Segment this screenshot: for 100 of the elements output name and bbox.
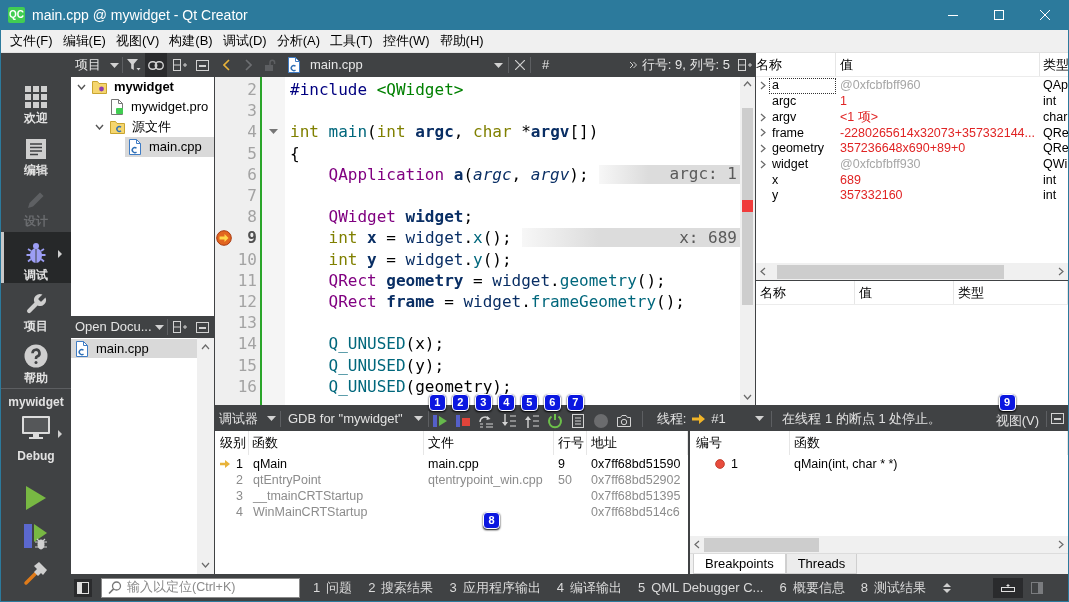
- chevron-right-icon: [1058, 540, 1064, 549]
- output-pane-button[interactable]: 3 应用程序输出: [441, 574, 549, 601]
- column-header[interactable]: 值: [855, 281, 954, 304]
- column-header[interactable]: 名称: [756, 53, 836, 76]
- mode-button[interactable]: 编辑: [1, 128, 71, 180]
- callout-badge: 6: [543, 394, 561, 411]
- cursor-position: 行号: 9, 列号: 5: [641, 56, 730, 75]
- code-editor[interactable]: [215, 77, 755, 405]
- menu-item[interactable]: 调试(D): [217, 30, 272, 52]
- output-pane-button[interactable]: 1 问题: [305, 574, 361, 601]
- mode-button[interactable]: 欢迎: [1, 77, 71, 129]
- variable-name[interactable]: x: [769, 172, 836, 188]
- column-header[interactable]: 类型: [954, 281, 1068, 304]
- chevron-down-icon: [76, 84, 86, 90]
- mode-button[interactable]: 帮助: [1, 334, 71, 386]
- column-header[interactable]: 编号: [690, 431, 790, 455]
- locator-field[interactable]: 输入以定位(Ctrl+K): [101, 577, 300, 598]
- callout-badge: 9: [998, 394, 1016, 411]
- symbol-selector[interactable]: #: [542, 53, 550, 77]
- menu-item[interactable]: 文件(F): [5, 30, 58, 52]
- progress-toggle-button[interactable]: [993, 577, 1023, 598]
- vertical-scrollbar[interactable]: [740, 77, 755, 405]
- output-pane-button[interactable]: 4 编译输出: [548, 574, 630, 601]
- variable-type: int: [1042, 93, 1057, 111]
- inline-value: x: 689: [521, 228, 740, 248]
- table-cell-text: 0x7ff68bd52902: [590, 471, 681, 489]
- horizontal-scrollbar[interactable]: [690, 536, 1068, 553]
- question-circle-icon: [24, 343, 48, 368]
- table-cell-text: 9: [557, 455, 566, 473]
- stack-level: 2: [236, 471, 243, 489]
- window-title: main.cpp @ mywidget - Qt Creator: [32, 5, 248, 25]
- scrollbar-thumb[interactable]: [742, 108, 753, 305]
- tree-item[interactable]: 源文件: [107, 117, 174, 137]
- output-pane-button[interactable]: 6 概要信息: [771, 574, 853, 601]
- wrench-icon: [24, 292, 48, 316]
- line-number: 3: [247, 103, 257, 119]
- table-cell-text: qtEntryPoint: [252, 471, 323, 489]
- variable-name[interactable]: geometry: [769, 140, 836, 157]
- play-icon: [25, 485, 47, 511]
- tree-item[interactable]: mywidget: [89, 77, 177, 97]
- engine-selector[interactable]: GDB for "mywidget": [281, 406, 428, 431]
- mode-button[interactable]: 调试: [1, 231, 71, 283]
- tab[interactable]: Breakpoints: [693, 554, 786, 574]
- code-line: QWidget widget;: [327, 209, 474, 225]
- caret-icon: [494, 62, 503, 68]
- sidebar-toggle-button[interactable]: [74, 578, 92, 597]
- output-pane-button[interactable]: 5 QML Debugger C...: [629, 574, 772, 601]
- menu-item[interactable]: 构建(B): [164, 30, 218, 52]
- column-header[interactable]: 函数: [790, 431, 1068, 455]
- caret-icon: [154, 324, 164, 330]
- column-header[interactable]: 行号: [554, 431, 587, 455]
- split-plus-icon: [173, 59, 187, 71]
- horizontal-scrollbar[interactable]: [756, 263, 1068, 280]
- variable-name[interactable]: widget: [769, 156, 836, 173]
- variable-name[interactable]: argc: [769, 93, 836, 110]
- menu-item[interactable]: 分析(A): [271, 30, 326, 52]
- variable-name[interactable]: frame: [769, 125, 836, 141]
- document-selector[interactable]: main.cpp: [287, 53, 505, 77]
- column-header[interactable]: 级别: [215, 431, 249, 455]
- link-button[interactable]: [145, 53, 167, 77]
- file-icon: [128, 139, 142, 155]
- chevron-right-icon: [1058, 267, 1064, 276]
- column-header[interactable]: 函数: [249, 431, 424, 455]
- column-header[interactable]: 文件: [424, 431, 554, 455]
- scrollbar-thumb[interactable]: [777, 264, 1004, 279]
- line-number: 12: [237, 293, 257, 309]
- menu-item[interactable]: 编辑(E): [57, 30, 111, 52]
- views-menu-button[interactable]: 视图(V): [991, 412, 1043, 430]
- view-selector[interactable]: Open Docu...: [71, 316, 167, 338]
- column-header[interactable]: 值: [836, 53, 1040, 76]
- variable-name[interactable]: argv: [769, 109, 836, 126]
- output-pane-button[interactable]: 2 搜索结果: [360, 574, 442, 601]
- up-arrow-lines-icon: [524, 413, 541, 429]
- inline-value: argc: 1: [598, 164, 740, 184]
- menu-item[interactable]: 帮助(H): [434, 30, 489, 52]
- variable-name[interactable]: a: [769, 78, 836, 94]
- chevron-up-icon: [743, 81, 752, 87]
- column-header[interactable]: 类型: [1040, 53, 1068, 76]
- column-header[interactable]: 地址: [587, 431, 688, 455]
- document-item[interactable]: main.cpp: [71, 339, 197, 358]
- tree-item[interactable]: main.cpp: [125, 137, 214, 157]
- tab[interactable]: Threads: [785, 554, 858, 574]
- kit-selector[interactable]: mywidget Debug: [1, 389, 71, 467]
- menu-item[interactable]: 视图(V): [110, 30, 165, 52]
- variable-name[interactable]: y: [769, 187, 836, 204]
- output-pane-button[interactable]: 8 测试结果: [852, 574, 934, 601]
- project-folder-icon: [92, 80, 107, 94]
- view-selector[interactable]: 调试器: [215, 406, 280, 431]
- tree-item[interactable]: mywidget.pro: [107, 97, 212, 117]
- menu-item[interactable]: 工具(T): [325, 30, 378, 52]
- menu-item[interactable]: 控件(W): [377, 30, 435, 52]
- mode-button[interactable]: 项目: [1, 283, 71, 335]
- scrollbar-thumb[interactable]: [704, 537, 819, 552]
- vertical-scrollbar[interactable]: [197, 338, 214, 574]
- file-icon: [110, 99, 124, 115]
- line-number: 8: [247, 209, 257, 225]
- thread-selector[interactable]: #1: [692, 406, 772, 431]
- column-header[interactable]: 名称: [756, 281, 855, 304]
- view-selector[interactable]: 项目: [71, 53, 122, 77]
- variable-type: QWi: [1042, 155, 1068, 173]
